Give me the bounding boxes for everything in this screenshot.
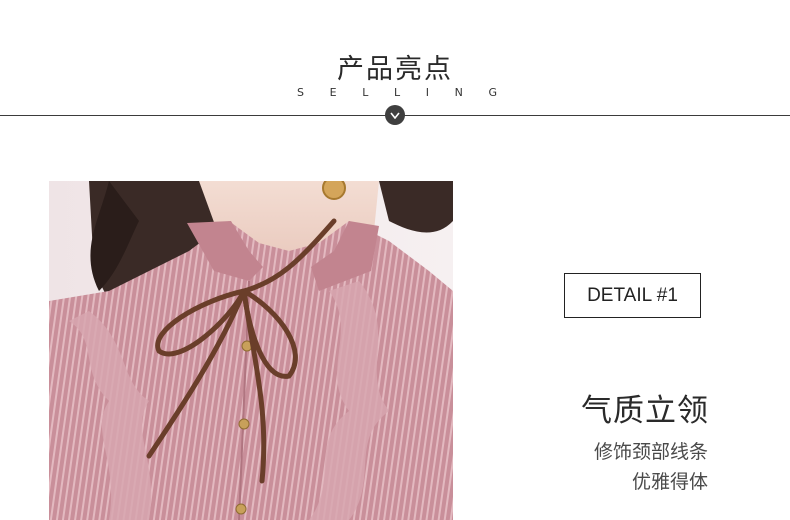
section-subtitle: S E L L I N G	[297, 86, 497, 99]
subtitle-letter: I	[425, 86, 429, 99]
subtitle-letter: G	[488, 86, 497, 99]
subtitle-letter: E	[329, 86, 337, 99]
section-title: 产品亮点	[337, 54, 453, 85]
feature-title: 气质立领	[581, 393, 709, 429]
feature-description-line: 优雅得体	[631, 471, 708, 493]
chevron-down-icon	[385, 105, 405, 125]
subtitle-letter: N	[454, 86, 463, 99]
subtitle-letter: L	[362, 86, 369, 99]
subtitle-letter: S	[297, 86, 304, 99]
detail-label-box: DETAIL #1	[564, 273, 701, 318]
feature-description-line: 修饰颈部线条	[593, 441, 708, 463]
subtitle-letter: L	[393, 86, 401, 99]
product-photo	[49, 181, 453, 520]
